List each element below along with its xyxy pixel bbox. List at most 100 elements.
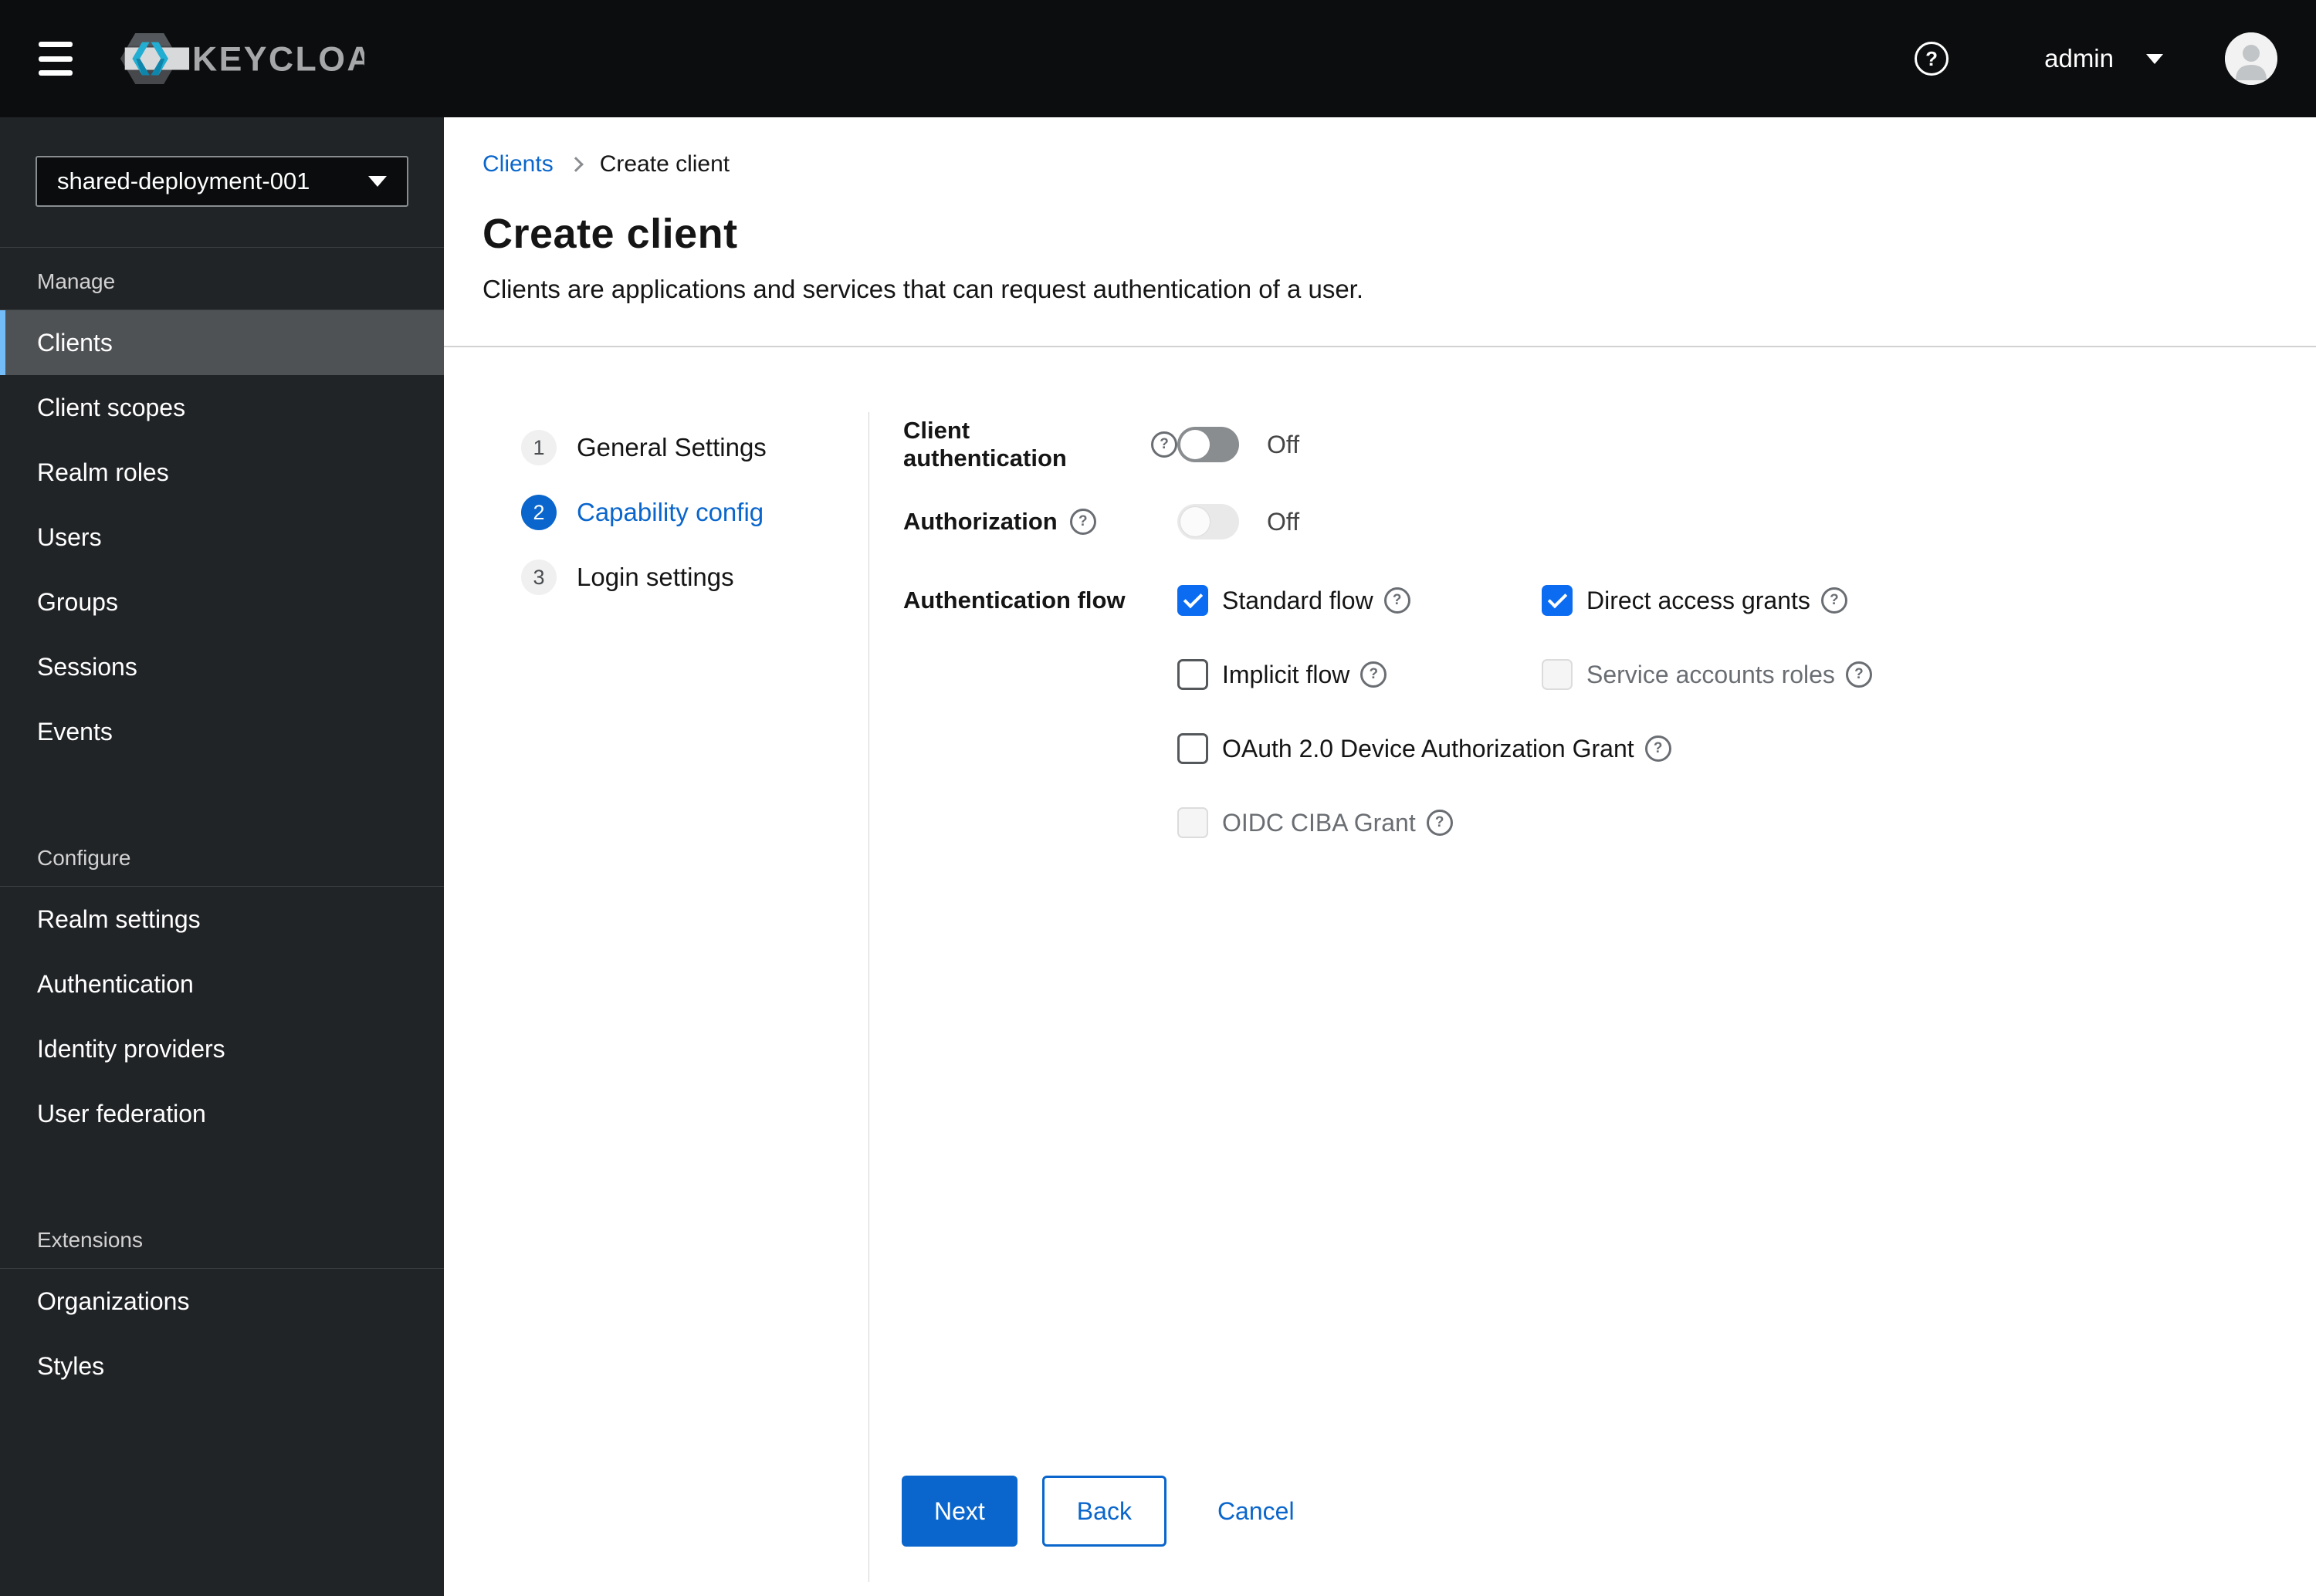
realm-selector[interactable]: shared-deployment-001 [36, 156, 408, 207]
toggle-state-label: Off [1267, 430, 1300, 458]
checkbox-checked-icon[interactable] [1177, 585, 1208, 616]
nav-section-manage: Manage Clients Client scopes Realm roles… [0, 248, 444, 764]
checkbox-direct-access-grants[interactable]: Direct access grants [1542, 585, 1847, 616]
form-row-authentication-flow: Authentication flow Standard flow ? Dire… [903, 577, 2316, 874]
help-icon[interactable] [1360, 661, 1387, 688]
caret-down-icon [2146, 53, 2163, 64]
nav-section-title: Manage [0, 248, 444, 310]
cancel-button[interactable]: Cancel [1194, 1476, 1318, 1547]
checkbox-checked-icon[interactable] [1542, 585, 1573, 616]
checkbox-disabled-icon [1177, 807, 1208, 838]
breadcrumb-current: Create client [599, 151, 730, 177]
wizard-actions: Next Back Cancel [902, 1476, 1318, 1547]
sidebar-item-users[interactable]: Users [0, 505, 444, 570]
form-row-client-authentication: Client authentication Off [903, 417, 2316, 472]
step-label: Capability config [577, 498, 764, 526]
authentication-flow-label: Authentication flow [903, 577, 1177, 624]
help-icon[interactable] [1915, 42, 1949, 76]
flow-row-2: Implicit flow Service accounts roles [1177, 651, 1872, 698]
sidebar-item-realm-settings[interactable]: Realm settings [0, 887, 444, 952]
page-subtitle: Clients are applications and services th… [482, 275, 1364, 303]
sidebar-item-events[interactable]: Events [0, 699, 444, 764]
top-bar: KEYCLOAK admin [0, 0, 2316, 117]
nav-section-title: Extensions [0, 1206, 444, 1269]
client-authentication-label: Client authentication [903, 417, 1177, 472]
flow-row-1: Standard flow Direct access grants [1177, 577, 1872, 624]
sidebar-item-organizations[interactable]: Organizations [0, 1269, 444, 1334]
next-button[interactable]: Next [902, 1476, 1017, 1547]
help-icon[interactable] [1845, 661, 1872, 688]
checkbox-implicit-flow[interactable]: Implicit flow [1177, 659, 1542, 690]
user-silhouette-icon [2225, 32, 2277, 85]
checkbox-standard-flow[interactable]: Standard flow [1177, 585, 1542, 616]
breadcrumb: Clients Create client [482, 151, 2270, 178]
chevron-right-icon [567, 157, 584, 172]
authorization-label: Authorization [903, 508, 1177, 536]
sidebar-item-clients[interactable]: Clients [0, 310, 444, 375]
top-bar-right: admin [1915, 32, 2277, 85]
wizard-step-capability-config[interactable]: 2 Capability config [521, 480, 868, 545]
page-header: Clients Create client Create client Clie… [444, 117, 2316, 347]
help-icon[interactable] [1151, 431, 1177, 458]
avatar[interactable] [2225, 32, 2277, 85]
keycloak-admin-console: KEYCLOAK admin shared-deployment-001 [0, 0, 2316, 1596]
keycloak-logo: KEYCLOAK [117, 26, 364, 91]
toggle-knob [1180, 507, 1210, 536]
checkbox-label: Service accounts roles [1586, 660, 1835, 688]
field-label-text: Client authentication [903, 417, 1067, 472]
sidebar-nav: Manage Clients Client scopes Realm roles… [0, 248, 444, 1398]
step-number: 2 [521, 495, 557, 530]
step-number: 3 [521, 560, 557, 595]
sidebar-item-authentication[interactable]: Authentication [0, 952, 444, 1016]
checkbox-unchecked-icon[interactable] [1177, 659, 1208, 690]
help-icon[interactable] [1644, 735, 1671, 762]
sidebar-item-identity-providers[interactable]: Identity providers [0, 1016, 444, 1081]
sidebar: shared-deployment-001 Manage Clients Cli… [0, 117, 444, 1596]
user-menu[interactable]: admin [2044, 44, 2163, 73]
checkbox-label: Implicit flow [1222, 660, 1350, 688]
page-body: shared-deployment-001 Manage Clients Cli… [0, 117, 2316, 1596]
sidebar-item-user-federation[interactable]: User federation [0, 1081, 444, 1146]
caret-down-icon [368, 176, 387, 187]
help-icon[interactable] [1069, 509, 1096, 535]
form-row-authorization: Authorization Off [903, 499, 2316, 545]
sidebar-item-client-scopes[interactable]: Client scopes [0, 375, 444, 440]
flow-row-3: OAuth 2.0 Device Authorization Grant [1177, 725, 1872, 772]
back-button[interactable]: Back [1041, 1476, 1166, 1547]
field-label-text: Authentication flow [903, 587, 1126, 614]
help-icon[interactable] [1383, 587, 1410, 614]
nav-section-configure: Configure Realm settings Authentication … [0, 824, 444, 1146]
authorization-toggle [1177, 504, 1239, 539]
main-content: Clients Create client Create client Clie… [444, 117, 2316, 1596]
flow-row-4: OIDC CIBA Grant [1177, 800, 1872, 846]
wizard-step-general-settings[interactable]: 1 General Settings [521, 415, 868, 480]
checkbox-unchecked-icon[interactable] [1177, 733, 1208, 764]
client-authentication-toggle[interactable] [1177, 427, 1239, 462]
capability-config-form: Client authentication Off Authorization … [869, 347, 2316, 1594]
help-icon[interactable] [1426, 810, 1453, 836]
nav-section-title: Configure [0, 824, 444, 887]
help-icon[interactable] [1820, 587, 1847, 614]
username: admin [2044, 44, 2114, 73]
realm-name: shared-deployment-001 [57, 167, 310, 194]
checkbox-disabled-icon [1542, 659, 1573, 690]
step-number: 1 [521, 430, 557, 465]
toggle-state-label: Off [1267, 507, 1300, 536]
hamburger-menu-icon[interactable] [39, 42, 73, 76]
sidebar-item-realm-roles[interactable]: Realm roles [0, 440, 444, 505]
checkbox-oauth-device-authorization-grant[interactable]: OAuth 2.0 Device Authorization Grant [1177, 733, 1671, 764]
wizard-step-login-settings[interactable]: 3 Login settings [521, 545, 868, 610]
checkbox-label: Direct access grants [1586, 586, 1810, 614]
sidebar-item-sessions[interactable]: Sessions [0, 634, 444, 699]
step-label: Login settings [577, 563, 734, 591]
keycloak-logo-icon: KEYCLOAK [120, 33, 364, 84]
checkbox-service-accounts-roles: Service accounts roles [1542, 659, 1872, 690]
checkbox-label: OAuth 2.0 Device Authorization Grant [1222, 734, 1634, 762]
sidebar-item-groups[interactable]: Groups [0, 570, 444, 634]
breadcrumb-link-clients[interactable]: Clients [482, 151, 554, 178]
brand-wordmark: KEYCLOAK [192, 41, 364, 79]
field-label-text: Authorization [903, 508, 1058, 535]
sidebar-item-styles[interactable]: Styles [0, 1334, 444, 1398]
create-client-wizard: 1 General Settings 2 Capability config 3… [444, 347, 2316, 1594]
nav-section-extensions: Extensions Organizations Styles [0, 1206, 444, 1398]
